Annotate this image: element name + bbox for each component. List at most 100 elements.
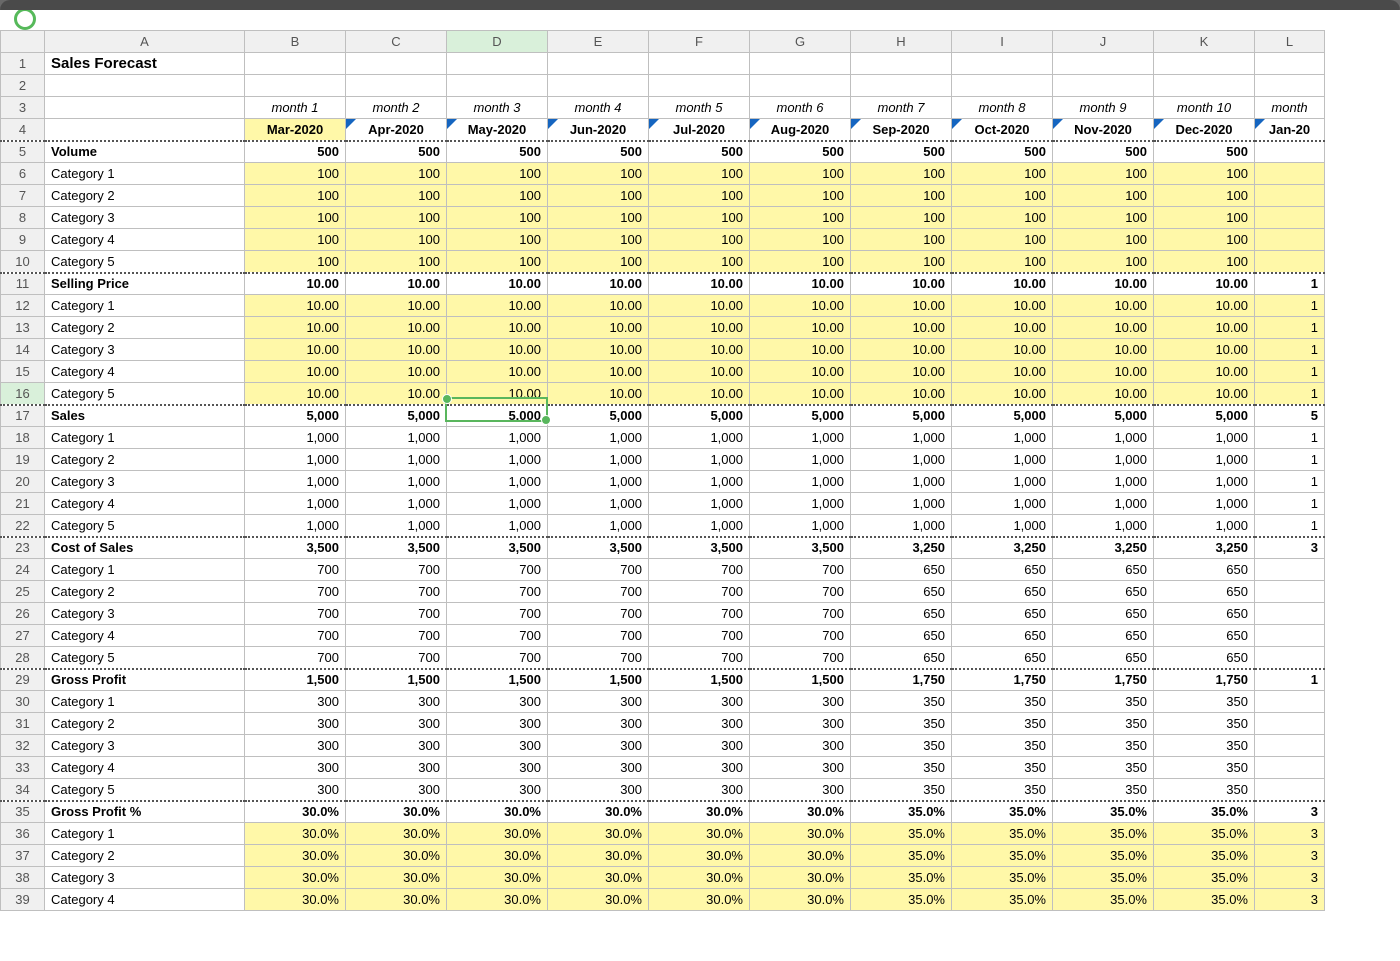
data-cell[interactable] (1255, 581, 1325, 603)
data-cell[interactable] (851, 53, 952, 75)
row-label-cell[interactable]: Category 4 (45, 229, 245, 251)
data-cell[interactable]: month 8 (952, 97, 1053, 119)
data-cell[interactable]: 1,000 (952, 427, 1053, 449)
data-cell[interactable] (1255, 207, 1325, 229)
data-cell[interactable]: 35.0% (1053, 845, 1154, 867)
data-cell[interactable]: 1,750 (1154, 669, 1255, 691)
data-cell[interactable]: 1,000 (548, 515, 649, 537)
data-cell[interactable]: 30.0% (548, 889, 649, 911)
data-cell[interactable]: 10.00 (649, 317, 750, 339)
data-cell[interactable]: 300 (245, 735, 346, 757)
data-cell[interactable]: 35.0% (952, 889, 1053, 911)
data-cell[interactable]: 100 (1154, 229, 1255, 251)
data-cell[interactable]: 30.0% (447, 801, 548, 823)
data-cell[interactable]: 500 (952, 141, 1053, 163)
data-cell[interactable] (1255, 163, 1325, 185)
row-label-cell[interactable]: Gross Profit % (45, 801, 245, 823)
row-header[interactable]: 2 (1, 75, 45, 97)
data-cell[interactable]: 650 (851, 625, 952, 647)
row-header[interactable]: 25 (1, 581, 45, 603)
data-cell[interactable]: 1 (1255, 361, 1325, 383)
data-cell[interactable]: 700 (649, 581, 750, 603)
data-cell[interactable] (1255, 647, 1325, 669)
data-cell[interactable]: 35.0% (851, 889, 952, 911)
row-header[interactable]: 37 (1, 845, 45, 867)
data-cell[interactable]: 700 (447, 625, 548, 647)
data-cell[interactable]: 10.00 (750, 339, 851, 361)
data-cell[interactable]: 100 (346, 163, 447, 185)
data-cell[interactable] (851, 75, 952, 97)
data-cell[interactable]: 350 (851, 735, 952, 757)
data-cell[interactable]: 1,500 (245, 669, 346, 691)
data-cell[interactable]: 10.00 (447, 383, 548, 405)
data-cell[interactable]: 1 (1255, 317, 1325, 339)
data-cell[interactable] (245, 75, 346, 97)
data-cell[interactable]: 700 (447, 647, 548, 669)
data-cell[interactable]: 10.00 (851, 317, 952, 339)
data-cell[interactable]: 3 (1255, 845, 1325, 867)
data-cell[interactable]: 1,000 (346, 493, 447, 515)
row-header[interactable]: 3 (1, 97, 45, 119)
data-cell[interactable]: month 3 (447, 97, 548, 119)
data-cell[interactable]: 100 (548, 251, 649, 273)
data-cell[interactable]: 100 (447, 229, 548, 251)
data-cell[interactable]: Jan-20 (1255, 119, 1325, 141)
data-cell[interactable]: 100 (851, 207, 952, 229)
data-cell[interactable]: 10.00 (952, 273, 1053, 295)
data-cell[interactable] (548, 53, 649, 75)
data-cell[interactable]: 350 (952, 779, 1053, 801)
data-cell[interactable]: 30.0% (245, 823, 346, 845)
data-cell[interactable]: 100 (1154, 163, 1255, 185)
row-label-cell[interactable] (45, 75, 245, 97)
data-cell[interactable] (1255, 779, 1325, 801)
row-label-cell[interactable]: Volume (45, 141, 245, 163)
data-cell[interactable]: month 6 (750, 97, 851, 119)
data-cell[interactable] (1255, 229, 1325, 251)
data-cell[interactable]: 1,000 (851, 493, 952, 515)
data-cell[interactable]: 5,000 (1154, 405, 1255, 427)
data-cell[interactable] (245, 53, 346, 75)
row-header[interactable]: 27 (1, 625, 45, 647)
data-cell[interactable]: 650 (952, 603, 1053, 625)
data-cell[interactable]: 1,000 (1154, 471, 1255, 493)
data-cell[interactable]: 1,500 (548, 669, 649, 691)
data-cell[interactable]: 300 (548, 757, 649, 779)
data-cell[interactable]: 30.0% (548, 867, 649, 889)
row-header[interactable]: 4 (1, 119, 45, 141)
data-cell[interactable]: month 1 (245, 97, 346, 119)
data-cell[interactable]: 10.00 (245, 317, 346, 339)
data-cell[interactable]: 1,500 (447, 669, 548, 691)
data-cell[interactable]: 700 (447, 603, 548, 625)
data-cell[interactable]: 300 (447, 735, 548, 757)
data-cell[interactable]: 300 (245, 757, 346, 779)
row-header[interactable]: 10 (1, 251, 45, 273)
data-cell[interactable]: 10.00 (750, 317, 851, 339)
data-cell[interactable]: 100 (750, 251, 851, 273)
data-cell[interactable]: 3 (1255, 823, 1325, 845)
data-cell[interactable]: 5,000 (447, 405, 548, 427)
row-header[interactable]: 31 (1, 713, 45, 735)
row-label-cell[interactable]: Category 4 (45, 625, 245, 647)
data-cell[interactable]: 3,250 (952, 537, 1053, 559)
data-cell[interactable] (1255, 625, 1325, 647)
data-cell[interactable]: 1,000 (1053, 493, 1154, 515)
data-cell[interactable]: 1,000 (447, 493, 548, 515)
row-label-cell[interactable]: Category 1 (45, 691, 245, 713)
data-cell[interactable]: 30.0% (750, 801, 851, 823)
data-cell[interactable]: 10.00 (1154, 339, 1255, 361)
data-cell[interactable]: 350 (1053, 713, 1154, 735)
data-cell[interactable]: 500 (447, 141, 548, 163)
data-cell[interactable]: 100 (750, 207, 851, 229)
data-cell[interactable]: 650 (1053, 603, 1154, 625)
data-cell[interactable]: 10.00 (548, 361, 649, 383)
data-cell[interactable]: 1,000 (1053, 515, 1154, 537)
row-label-cell[interactable]: Category 1 (45, 427, 245, 449)
data-cell[interactable]: 1,000 (851, 515, 952, 537)
data-cell[interactable] (1255, 559, 1325, 581)
data-cell[interactable]: 700 (346, 625, 447, 647)
data-cell[interactable]: 500 (346, 141, 447, 163)
data-cell[interactable]: 10.00 (649, 339, 750, 361)
data-cell[interactable]: 650 (1154, 625, 1255, 647)
data-cell[interactable]: 30.0% (649, 823, 750, 845)
data-cell[interactable]: 10.00 (245, 361, 346, 383)
